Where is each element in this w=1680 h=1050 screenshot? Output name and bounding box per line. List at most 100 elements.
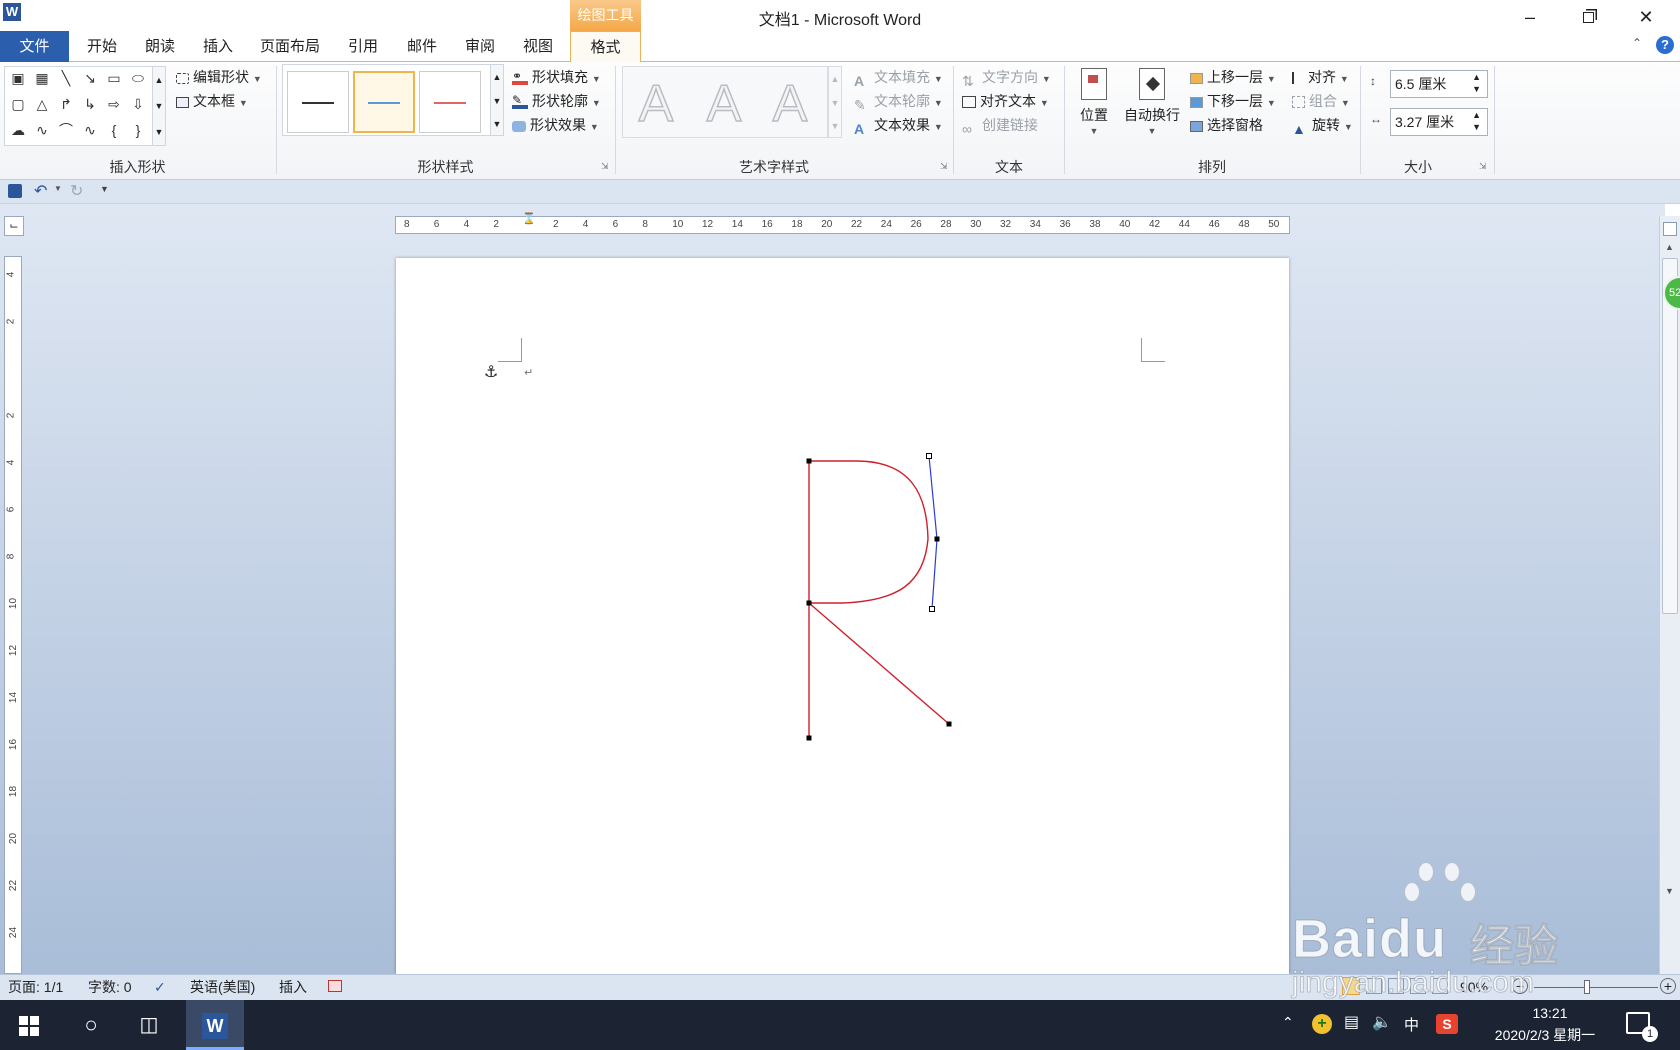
proofing-icon[interactable]: ✓ bbox=[154, 975, 166, 999]
outline-view-icon[interactable] bbox=[1410, 978, 1426, 994]
full-screen-view-icon[interactable] bbox=[1366, 978, 1382, 994]
rotate-button[interactable]: ▲ 旋转 ▼ bbox=[1292, 114, 1353, 137]
shape-styles-scroll[interactable]: ▲ ▼ ▼ bbox=[490, 64, 504, 136]
tab-read-aloud[interactable]: 朗读 bbox=[136, 31, 184, 62]
elbow-connector-shape-icon[interactable]: ↱ bbox=[57, 95, 75, 113]
vertical-textbox-shape-icon[interactable]: ▦ bbox=[33, 69, 51, 87]
curve-shape-icon[interactable]: ∿ bbox=[81, 121, 99, 139]
clock-date[interactable]: 2020/2/3 星期一 bbox=[1480, 1024, 1610, 1046]
vertical-ruler[interactable]: 4 2 2 4 6 8 10 12 14 16 18 20 22 24 bbox=[4, 256, 22, 974]
shape-outline-button[interactable]: ✎ 形状轮廓 ▼ bbox=[512, 90, 601, 112]
arc-shape-icon[interactable]: ⌒ bbox=[57, 121, 75, 139]
shape-fill-button[interactable]: ⚭ 形状填充 ▼ bbox=[512, 66, 601, 88]
shape-height-spinner[interactable]: 6.5 厘米 ▲ ▼ bbox=[1390, 70, 1488, 98]
search-icon[interactable]: ○ bbox=[66, 1000, 116, 1050]
edit-shape-button[interactable]: 编辑形状 ▼ bbox=[176, 66, 262, 88]
insert-mode[interactable]: 插入 bbox=[279, 975, 307, 999]
restore-button[interactable] bbox=[1560, 0, 1616, 34]
tab-review[interactable]: 审阅 bbox=[456, 31, 504, 62]
tab-file[interactable]: 文件 bbox=[0, 31, 69, 62]
shapes-gallery-scroll[interactable]: ▲ ▼ ▼ bbox=[152, 66, 166, 146]
vertex-point[interactable] bbox=[946, 721, 952, 727]
shape-style-dark-line[interactable] bbox=[287, 71, 349, 133]
scribble-shape-icon[interactable]: ∿ bbox=[33, 121, 51, 139]
zoom-slider-thumb[interactable] bbox=[1584, 980, 1590, 994]
start-menu-icon[interactable] bbox=[4, 1000, 54, 1050]
page-count[interactable]: 页面: 1/1 bbox=[8, 975, 63, 999]
tab-page-layout[interactable]: 页面布局 bbox=[252, 31, 328, 62]
scroll-down-icon[interactable]: ▼ bbox=[1665, 886, 1674, 896]
security-tray-icon[interactable]: + bbox=[1312, 1014, 1332, 1034]
oval-shape-icon[interactable]: ⬭ bbox=[129, 69, 147, 87]
ime-indicator[interactable]: 中 bbox=[1404, 1014, 1419, 1035]
shape-style-blue-line[interactable] bbox=[353, 71, 415, 133]
minimize-ribbon-icon[interactable]: ⌃ bbox=[1632, 36, 1642, 50]
send-backward-button[interactable]: 下移一层 ▼ bbox=[1190, 90, 1276, 112]
help-icon[interactable]: ? bbox=[1656, 36, 1674, 54]
network-icon[interactable]: ▤ bbox=[1344, 1012, 1359, 1032]
r-bowl-path[interactable] bbox=[809, 460, 929, 604]
volume-icon[interactable]: 🔈 bbox=[1372, 1012, 1392, 1032]
vertical-scrollbar[interactable]: ▲ ▼ bbox=[1659, 216, 1680, 974]
textbox-button[interactable]: 文本框 ▼ bbox=[176, 90, 248, 112]
indent-marker-icon[interactable]: ⌛ bbox=[522, 212, 536, 225]
scroll-thumb[interactable] bbox=[1662, 258, 1678, 614]
sogou-input-icon[interactable]: S bbox=[1436, 1014, 1458, 1034]
textbox-shape-icon[interactable]: ▣ bbox=[9, 69, 27, 87]
tab-mailings[interactable]: 邮件 bbox=[398, 31, 446, 62]
undo-icon[interactable]: ↶ bbox=[34, 181, 47, 201]
clock-time[interactable]: 13:21 bbox=[1490, 1002, 1610, 1024]
right-brace-shape-icon[interactable]: } bbox=[129, 121, 147, 139]
arrow-line-shape-icon[interactable]: ↘ bbox=[81, 69, 99, 87]
tab-format[interactable]: 格式 bbox=[570, 31, 641, 63]
tab-references[interactable]: 引用 bbox=[338, 31, 388, 62]
tab-insert[interactable]: 插入 bbox=[194, 31, 242, 62]
task-view-icon[interactable]: ◫ bbox=[124, 1000, 174, 1050]
freeform-shape-icon[interactable]: ☁ bbox=[9, 121, 27, 139]
vertex-point[interactable] bbox=[806, 735, 812, 741]
align-text-button[interactable]: 对齐文本 ▼ bbox=[962, 90, 1049, 112]
freeform-shape-canvas[interactable] bbox=[396, 258, 1289, 974]
tab-view[interactable]: 视图 bbox=[514, 31, 562, 62]
elbow-arrow-shape-icon[interactable]: ↳ bbox=[81, 95, 99, 113]
line-shape-icon[interactable]: ╲ bbox=[57, 69, 75, 87]
selection-pane-button[interactable]: 选择窗格 bbox=[1190, 114, 1263, 136]
bezier-handle-point[interactable] bbox=[929, 606, 935, 612]
zoom-out-icon[interactable]: − bbox=[1512, 978, 1528, 994]
vertex-point[interactable] bbox=[806, 458, 812, 464]
wrap-text-button[interactable]: 自动换行 ▼ bbox=[1120, 66, 1184, 156]
taskbar-word-button[interactable]: W bbox=[186, 1000, 244, 1050]
right-arrow-shape-icon[interactable]: ⇨ bbox=[105, 95, 123, 113]
rectangle-shape-icon[interactable]: ▭ bbox=[105, 69, 123, 87]
vertex-point[interactable] bbox=[806, 600, 812, 606]
tab-selector-icon[interactable]: ⌙ bbox=[4, 216, 24, 236]
shape-effects-button[interactable]: 形状效果 ▼ bbox=[512, 114, 599, 136]
macro-record-icon[interactable] bbox=[328, 980, 342, 992]
ruler-toggle-icon[interactable] bbox=[1663, 222, 1677, 236]
customize-qat-icon[interactable]: ▼ bbox=[100, 184, 109, 194]
down-arrow-shape-icon[interactable]: ⇩ bbox=[129, 95, 147, 113]
shape-width-spinner[interactable]: 3.27 厘米 ▲ ▼ bbox=[1390, 108, 1488, 136]
triangle-shape-icon[interactable]: △ bbox=[33, 95, 51, 113]
text-effects-button[interactable]: A 文本效果 ▼ bbox=[854, 114, 943, 137]
document-page[interactable]: ⚓ ↵ bbox=[396, 258, 1289, 974]
undo-dropdown-icon[interactable]: ▼ bbox=[54, 184, 62, 193]
rounded-rect-shape-icon[interactable]: ▢ bbox=[9, 95, 27, 113]
size-dialog-launcher-icon[interactable]: ⇲ bbox=[1479, 161, 1487, 172]
web-layout-view-icon[interactable] bbox=[1388, 978, 1404, 994]
word-count[interactable]: 字数: 0 bbox=[88, 975, 132, 999]
save-icon[interactable] bbox=[8, 184, 22, 198]
scroll-up-icon[interactable]: ▲ bbox=[1665, 242, 1674, 252]
print-layout-view-icon[interactable] bbox=[1342, 977, 1360, 995]
r-leg-path[interactable] bbox=[808, 602, 950, 725]
shape-style-red-line[interactable] bbox=[419, 71, 481, 133]
bring-forward-button[interactable]: 上移一层 ▼ bbox=[1190, 66, 1276, 88]
zoom-slider[interactable] bbox=[1534, 987, 1658, 988]
tab-home[interactable]: 开始 bbox=[78, 31, 126, 62]
language-indicator[interactable]: 英语(美国) bbox=[190, 975, 255, 999]
wordart-dialog-launcher-icon[interactable]: ⇲ bbox=[940, 161, 948, 172]
shape-styles-dialog-launcher-icon[interactable]: ⇲ bbox=[601, 161, 609, 172]
tray-overflow-icon[interactable]: ⌃ bbox=[1282, 1014, 1294, 1031]
minimize-button[interactable]: – bbox=[1502, 0, 1558, 34]
draft-view-icon[interactable] bbox=[1432, 978, 1448, 994]
